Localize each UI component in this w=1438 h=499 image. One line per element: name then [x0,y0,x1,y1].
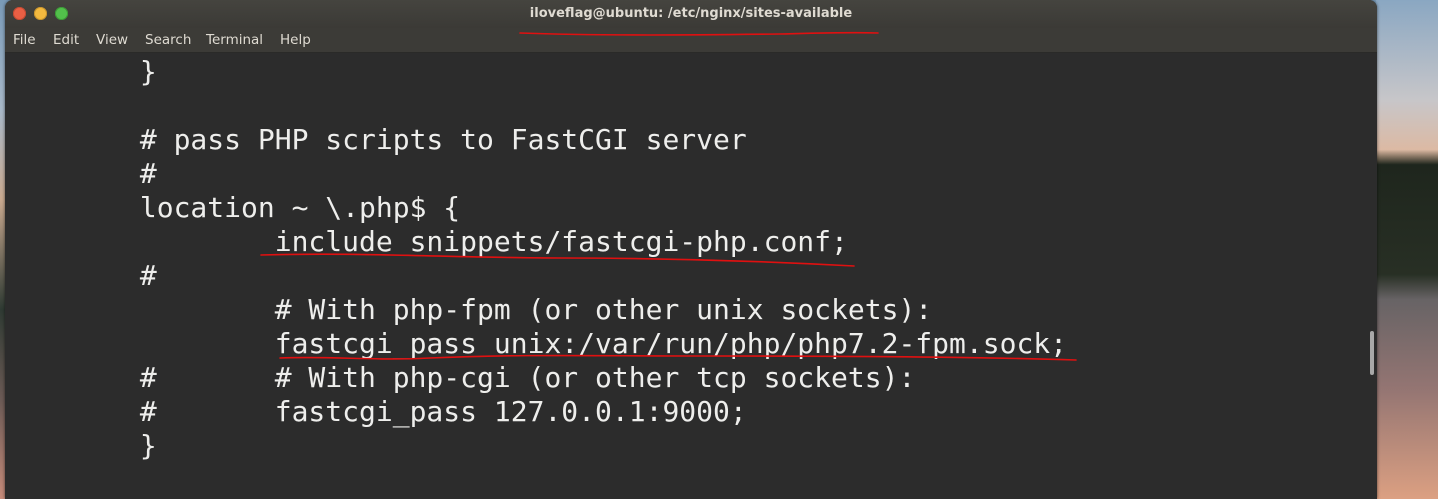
terminal-line: # [5,259,157,292]
terminal-line: location ~ \.php$ { [5,191,461,224]
terminal-line: # fastcgi_pass 127.0.0.1:9000; [5,395,747,428]
terminal-line: # pass PHP scripts to FastCGI server [5,123,747,156]
menu-edit[interactable]: Edit [53,32,79,48]
terminal-line: } [5,429,157,462]
terminal-line: fastcgi_pass unix:/var/run/php/php7.2-fp… [5,327,1068,360]
menu-view[interactable]: View [96,32,128,48]
terminal-line: # # With php-cgi (or other tcp sockets): [5,361,916,394]
terminal-window: iloveflag@ubuntu: /etc/nginx/sites-avail… [5,0,1377,499]
title-bar[interactable]: iloveflag@ubuntu: /etc/nginx/sites-avail… [5,0,1377,28]
terminal-output[interactable]: } # pass PHP scripts to FastCGI server #… [5,53,1377,499]
terminal-line: } [5,55,157,88]
desktop-wallpaper [1376,0,1438,499]
menu-search[interactable]: Search [145,32,191,48]
window-title: iloveflag@ubuntu: /etc/nginx/sites-avail… [529,6,853,21]
menu-bar: File Edit View Search Terminal Help [5,28,1377,53]
menu-terminal[interactable]: Terminal [206,32,263,48]
terminal-line: # [5,157,157,190]
menu-help[interactable]: Help [280,32,311,48]
menu-file[interactable]: File [13,32,36,48]
terminal-line: # With php-fpm (or other unix sockets): [5,293,933,326]
terminal-scrollbar[interactable] [1370,331,1374,375]
terminal-line: include snippets/fastcgi-php.conf; [5,225,848,258]
